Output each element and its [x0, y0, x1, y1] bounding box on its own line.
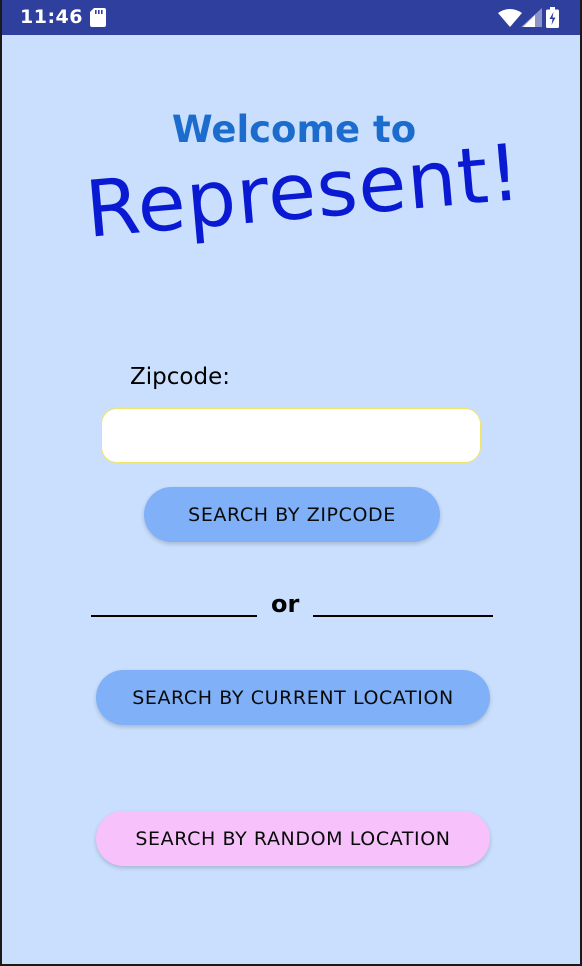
status-time: 11:46: [20, 6, 83, 28]
zipcode-input[interactable]: [101, 408, 481, 463]
wifi-icon: [498, 9, 522, 27]
search-by-current-location-button[interactable]: SEARCH BY CURRENT LOCATION: [96, 670, 490, 725]
signal-icon: [521, 8, 542, 27]
battery-charging-icon: [546, 7, 559, 28]
divider-line-left: [91, 615, 257, 617]
search-by-zipcode-button[interactable]: SEARCH BY ZIPCODE: [144, 487, 440, 542]
sd-card-icon: [90, 8, 106, 27]
status-bar: 11:46: [2, 0, 580, 35]
divider-line-right: [313, 615, 493, 617]
app-screen: 11:46 Welcome to Represent! Zipcode: SEA…: [2, 0, 580, 964]
or-separator: or: [271, 590, 300, 618]
search-by-random-location-button[interactable]: SEARCH BY RANDOM LOCATION: [96, 811, 490, 866]
zipcode-label: Zipcode:: [130, 364, 230, 390]
